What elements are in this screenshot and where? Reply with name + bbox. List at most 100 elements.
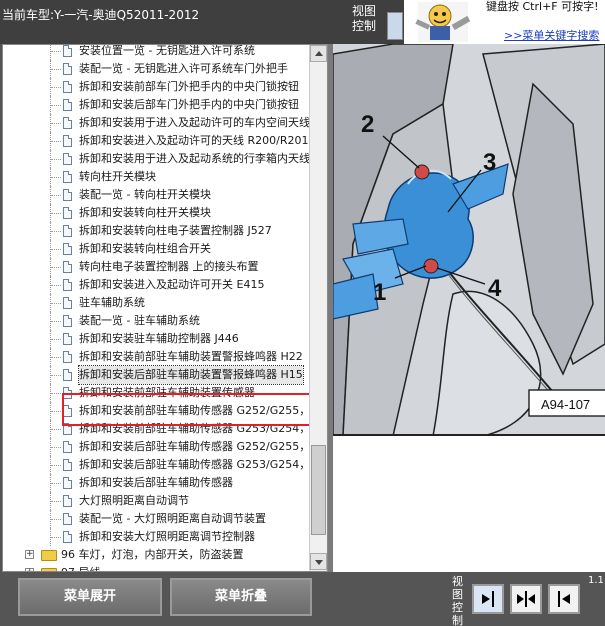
tree-folder[interactable]: +96 车灯，灯泡，内部开关，防盗装置 xyxy=(3,546,309,564)
tree-item-label: 装配一览 - 驻车辅助系统 xyxy=(79,314,200,327)
tree-item[interactable]: 拆卸和安装前部驻车辅助装置警报蜂鸣器 H22 xyxy=(3,348,309,366)
arrow-left-icon xyxy=(558,591,570,607)
document-icon xyxy=(63,297,72,309)
document-icon xyxy=(63,189,72,201)
hint-text: 键盘按 Ctrl+F 可按字! xyxy=(486,0,599,13)
document-icon xyxy=(63,405,72,417)
document-icon xyxy=(63,225,72,237)
document-icon xyxy=(63,351,72,363)
tree-item-label: 驻车辅助系统 xyxy=(79,296,145,309)
tree-item-label: 拆卸和安装前部驻车辅助传感器 G252/G255， xyxy=(79,404,311,417)
expand-icon[interactable]: + xyxy=(25,550,34,559)
menu-tree-panel: 安装位置一览 - 无钥匙进入许可系统 装配一览 - 无钥匙进入许可系统车门外把手… xyxy=(2,44,328,572)
view-toggle-button[interactable] xyxy=(387,12,403,40)
tree-item-selected[interactable]: 拆卸和安装后部驻车辅助装置警报蜂鸣器 H15 xyxy=(3,365,309,385)
tree-item-label: 拆卸和安装后部车门外把手内的中央门锁按钮 xyxy=(79,98,299,111)
vertical-scrollbar[interactable] xyxy=(309,45,327,571)
bottom-bar: 菜单展开 菜单折叠 视图控制 1.1 xyxy=(0,572,605,626)
document-icon xyxy=(63,441,72,453)
tree-item-label: 装配一览 - 无钥匙进入许可系统车门外把手 xyxy=(79,62,288,75)
document-icon xyxy=(63,495,72,507)
document-icon xyxy=(63,261,72,273)
tree-item[interactable]: 拆卸和安装后部驻车辅助传感器 xyxy=(3,474,309,492)
tree-item-label: 拆卸和安装后部驻车辅助传感器 G253/G254， xyxy=(79,458,311,471)
folder-icon xyxy=(41,550,57,561)
document-icon xyxy=(63,531,72,543)
tree-item[interactable]: 拆卸和安装转向柱组合开关 xyxy=(3,240,309,258)
tree-item[interactable]: 转向柱电子装置控制器 上的接头布置 xyxy=(3,258,309,276)
view-control-label: 视图控制 xyxy=(452,575,463,626)
tree-item[interactable]: 拆卸和安装前部驻车辅助装置传感器 xyxy=(3,384,309,402)
keyword-search-link[interactable]: >>菜单关键字搜索 xyxy=(504,27,599,43)
tree-item[interactable]: 拆卸和安装进入及起动许可开关 E415 xyxy=(3,276,309,294)
part-illustration: 2 3 1 4 A94-107 xyxy=(333,44,605,434)
tree-item-label: 拆卸和安装用于进入及起动系统的行李箱内天线 xyxy=(79,152,310,165)
tree-item[interactable]: 拆卸和安装前部车门外把手内的中央门锁按钮 xyxy=(3,78,309,96)
tree-item[interactable]: 装配一览 - 大灯照明距离自动调节装置 xyxy=(3,510,309,528)
document-icon xyxy=(63,171,72,183)
scroll-up-button[interactable] xyxy=(310,45,327,62)
document-icon xyxy=(63,279,72,291)
tree-item-label: 拆卸和安装前部驻车辅助装置传感器 xyxy=(79,386,255,399)
tree-item[interactable]: 拆卸和安装驻车辅助控制器 J446 xyxy=(3,330,309,348)
view-control-label: 视图控制 xyxy=(352,4,377,33)
document-icon xyxy=(63,207,72,219)
document-icon xyxy=(63,387,72,399)
document-icon xyxy=(63,45,72,57)
tree-item-label: 拆卸和安装进入及起动许可的天线 R200/R201 xyxy=(79,134,309,147)
tree-item[interactable]: 拆卸和安装前部驻车辅助传感器 G252/G255， xyxy=(3,402,311,420)
tree-item-label: 拆卸和安装进入及起动许可开关 E415 xyxy=(79,278,265,291)
scroll-down-button[interactable] xyxy=(310,553,327,570)
document-panel xyxy=(333,436,605,572)
document-icon xyxy=(63,459,72,471)
tree-item[interactable]: 拆卸和安装进入及起动许可的天线 R200/R201 xyxy=(3,132,309,150)
tree-item[interactable]: 拆卸和安装转向柱电子装置控制器 J527 xyxy=(3,222,309,240)
top-bar: 当前车型:Y-一汽-奥迪Q52011-2012 视图控制 键盘按 Ctrl+F … xyxy=(0,0,605,44)
tree-item-label: 拆卸和安装前部驻车辅助传感器 G253/G254， xyxy=(79,422,311,435)
view-split-button[interactable] xyxy=(510,584,542,614)
document-icon xyxy=(63,315,72,327)
split-view-icon xyxy=(517,591,535,607)
arrow-up-icon xyxy=(315,51,323,56)
tree-item[interactable]: 转向柱开关模块 xyxy=(3,168,309,186)
tree-item[interactable]: 装配一览 - 转向柱开关模块 xyxy=(3,186,309,204)
menu-tree: 安装位置一览 - 无钥匙进入许可系统 装配一览 - 无钥匙进入许可系统车门外把手… xyxy=(3,44,311,571)
document-icon xyxy=(63,153,72,165)
tree-item-label: 拆卸和安装转向柱电子装置控制器 J527 xyxy=(79,224,272,237)
menu-collapse-button[interactable]: 菜单折叠 xyxy=(170,578,312,616)
view-left-button[interactable] xyxy=(548,584,580,614)
tree-folder-label: 97 导线 xyxy=(61,564,101,571)
app-window: 当前车型:Y-一汽-奥迪Q52011-2012 视图控制 键盘按 Ctrl+F … xyxy=(0,0,605,626)
scroll-thumb[interactable] xyxy=(311,445,326,535)
callout-2: 2 xyxy=(361,111,374,138)
tree-folder-label: 96 车灯，灯泡，内部开关，防盗装置 xyxy=(61,548,244,561)
document-icon xyxy=(63,117,72,129)
tree-item[interactable]: 驻车辅助系统 xyxy=(3,294,309,312)
tree-item[interactable]: 拆卸和安装大灯照明距离调节控制器 xyxy=(3,528,309,546)
tree-item[interactable]: 装配一览 - 驻车辅助系统 xyxy=(3,312,309,330)
tree-item[interactable]: 拆卸和安装转向柱开关模块 xyxy=(3,204,309,222)
tree-item[interactable]: 拆卸和安装前部驻车辅助传感器 G253/G254， xyxy=(3,420,311,438)
tree-item[interactable]: 拆卸和安装用于进入及起动许可的车内空间天线 xyxy=(3,114,310,132)
tree-item[interactable]: 拆卸和安装用于进入及起动系统的行李箱内天线 xyxy=(3,150,310,168)
tree-item-label: 安装位置一览 - 无钥匙进入许可系统 xyxy=(79,44,255,57)
callout-4: 4 xyxy=(488,275,502,302)
tree-item-label: 拆卸和安装用于进入及起动许可的车内空间天线 xyxy=(79,116,310,129)
diagram-panel: 2 3 1 4 A94-107 xyxy=(333,44,605,436)
document-icon xyxy=(63,99,72,111)
document-icon xyxy=(63,477,72,489)
tree-item-label: 拆卸和安装前部驻车辅助装置警报蜂鸣器 H22 xyxy=(79,350,303,363)
tree-item[interactable]: 安装位置一览 - 无钥匙进入许可系统 xyxy=(3,44,309,60)
page-number: 1.1 xyxy=(588,575,604,586)
tree-item[interactable]: 拆卸和安装后部驻车辅助传感器 G253/G254， xyxy=(3,456,311,474)
arrow-down-icon xyxy=(315,560,323,565)
tree-item-label: 拆卸和安装前部车门外把手内的中央门锁按钮 xyxy=(79,80,299,93)
tree-item[interactable]: 拆卸和安装后部驻车辅助传感器 G252/G255， xyxy=(3,438,310,456)
tree-item[interactable]: 装配一览 - 无钥匙进入许可系统车门外把手 xyxy=(3,60,309,78)
view-right-button[interactable] xyxy=(472,584,504,614)
tree-item[interactable]: 拆卸和安装后部车门外把手内的中央门锁按钮 xyxy=(3,96,309,114)
tree-folder[interactable]: +97 导线 xyxy=(3,564,309,571)
tree-item[interactable]: 大灯照明距离自动调节 xyxy=(3,492,309,510)
hint-panel: 键盘按 Ctrl+F 可按字! >>菜单关键字搜索 xyxy=(404,0,605,44)
menu-expand-button[interactable]: 菜单展开 xyxy=(18,578,162,616)
